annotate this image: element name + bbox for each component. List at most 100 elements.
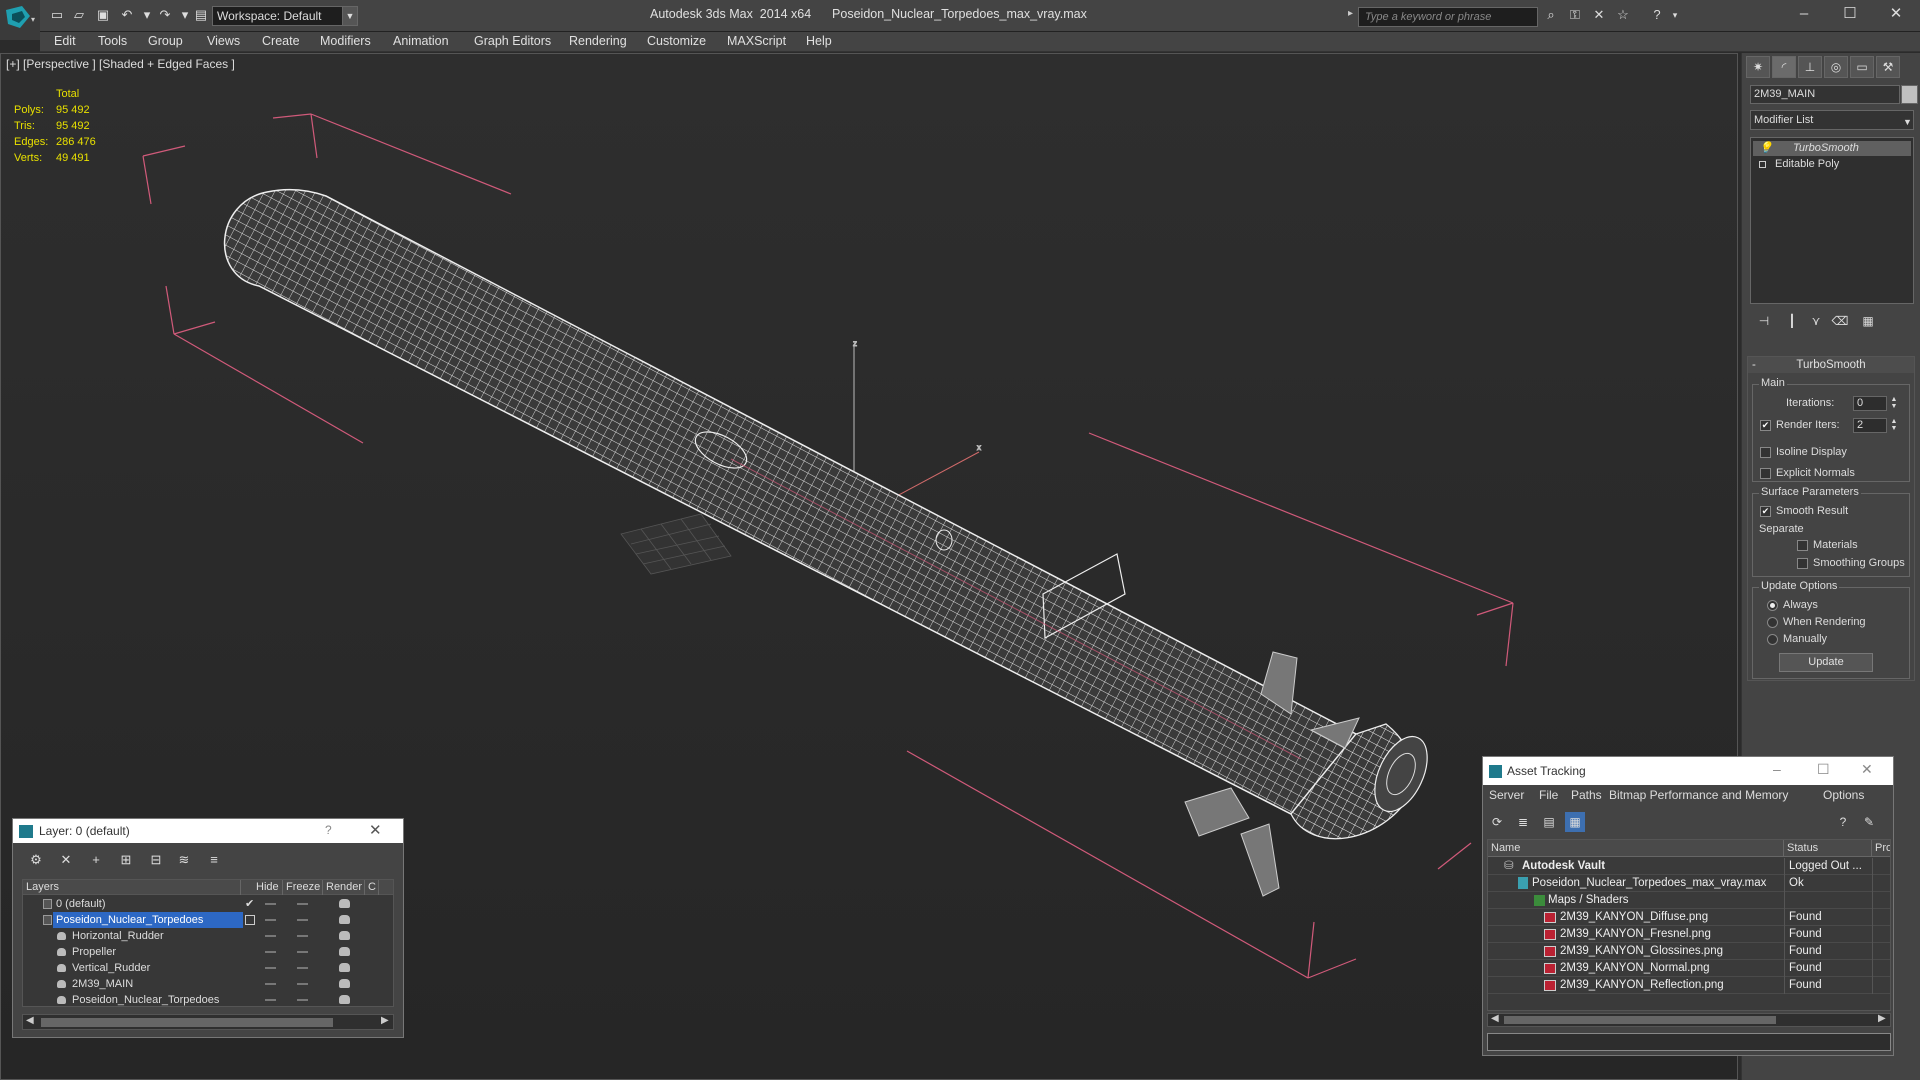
active-layer-check-icon[interactable]: ✔ [245,896,254,912]
asset-row[interactable]: 2M39_KANYON_Reflection.png Found [1488,977,1890,994]
help-dropdown-icon[interactable]: ▾ [1666,6,1684,24]
asset-menu-server[interactable]: Server [1489,788,1524,802]
scrollbar-thumb[interactable] [1504,1016,1776,1024]
configure-sets-icon[interactable]: ▦ [1858,311,1878,331]
highlight-editor-icon[interactable]: ✎ [1859,812,1879,832]
menu-maxscript[interactable]: MAXScript [727,34,786,48]
horizontal-scrollbar[interactable]: ◀ ▶ [1487,1013,1891,1027]
materials-checkbox[interactable] [1797,540,1808,551]
asset-row[interactable]: 2M39_KANYON_Normal.png Found [1488,960,1890,977]
maximize-button[interactable]: ☐ [1830,2,1870,26]
render-teapot-icon[interactable] [339,915,350,924]
scroll-left-icon[interactable]: ◀ [1491,1013,1499,1024]
new-file-icon[interactable]: ▭ [48,6,66,24]
select-objects-icon[interactable]: ⊟ [147,851,165,869]
subscription-icon[interactable]: ✕ [1590,6,1608,24]
asset-menu-bitmap-performance[interactable]: Bitmap Performance and Memory [1609,788,1788,802]
layer-row[interactable]: 2M39_MAIN [23,976,393,992]
smoothing-groups-checkbox[interactable] [1797,558,1808,569]
layer-row[interactable]: Poseidon_Nuclear_Torpedoes [23,912,393,928]
layer-row[interactable]: Vertical_Rudder [23,960,393,976]
add-selection-icon[interactable]: ⊞ [117,851,135,869]
scroll-right-icon[interactable]: ▶ [1878,1013,1886,1024]
layer-window-titlebar[interactable]: Layer: 0 (default) [13,819,403,843]
update-button[interactable]: Update [1779,653,1873,672]
minimize-button[interactable]: – [1784,2,1824,26]
render-teapot-icon[interactable] [339,963,350,972]
app-logo-icon[interactable]: ▾ [0,0,40,40]
asset-row[interactable]: ⛁ Autodesk Vault Logged Out ... [1488,858,1890,875]
render-iters-spinner-arrows-icon[interactable]: ▲ ▼ [1890,418,1898,433]
make-unique-icon[interactable]: ⋎ [1806,311,1826,331]
stack-item-turbosmooth[interactable]: 💡 TurboSmooth [1753,141,1911,156]
asset-row[interactable]: 2M39_KANYON_Fresnel.png Found [1488,926,1890,943]
menu-views[interactable]: Views [207,34,240,48]
key-icon[interactable]: ⚿ [1566,6,1584,24]
iterations-spinner-arrows-icon[interactable]: ▲ ▼ [1890,396,1898,411]
menu-tools[interactable]: Tools [98,34,127,48]
redo-icon[interactable]: ↷ [156,6,174,24]
workspace-dropdown-icon[interactable]: ▼ [342,6,358,26]
scroll-left-icon[interactable]: ◀ [26,1015,34,1026]
rollout-header[interactable]: - TurboSmooth [1748,357,1914,373]
binoculars-icon[interactable]: ⌕ [1542,6,1560,24]
asset-row[interactable]: Poseidon_Nuclear_Torpedoes_max_vray.max … [1488,875,1890,892]
render-teapot-icon[interactable] [339,995,350,1004]
remove-modifier-icon[interactable]: ⌫ [1830,311,1850,331]
torpedo-model[interactable] [224,188,1438,897]
menu-group[interactable]: Group [148,34,183,48]
open-file-icon[interactable]: ▱ [70,6,88,24]
modify-tab-icon[interactable]: ◜ [1772,56,1796,78]
render-teapot-icon[interactable] [339,931,350,940]
layers-options-icon[interactable]: ⚙ [27,851,45,869]
workspace-selector[interactable]: Workspace: Default [212,6,357,26]
modifier-list-dropdown[interactable]: Modifier List ▼ [1750,110,1914,130]
column-render[interactable]: Render [323,880,365,895]
new-layer-icon[interactable]: + [87,851,105,869]
menu-edit[interactable]: Edit [54,34,76,48]
when-rendering-radio[interactable] [1767,617,1778,628]
motion-tab-icon[interactable]: ◎ [1824,56,1848,78]
project-folder-icon[interactable]: ▤ [192,6,210,24]
menu-graph-editors[interactable]: Graph Editors [474,34,551,48]
asset-menu-file[interactable]: File [1539,788,1558,802]
show-end-result-icon[interactable]: ┃ [1782,311,1802,331]
active-layer-box-icon[interactable] [245,915,255,925]
list-view-icon[interactable]: ≣ [1513,812,1533,832]
column-layers[interactable]: Layers [23,880,241,895]
scroll-right-icon[interactable]: ▶ [381,1015,389,1026]
always-radio[interactable] [1767,600,1778,611]
layer-row[interactable]: 0 (default) ✔ [23,896,393,912]
render-teapot-icon[interactable] [339,947,350,956]
refresh-icon[interactable]: ⟳ [1487,812,1507,832]
close-icon[interactable]: ✕ [369,821,382,839]
menu-create[interactable]: Create [262,34,300,48]
column-proxy[interactable]: Pro [1872,840,1890,857]
asset-path-field[interactable] [1487,1033,1891,1051]
utilities-tab-icon[interactable]: ⚒ [1876,56,1900,78]
layer-row[interactable]: Poseidon_Nuclear_Torpedoes [23,992,393,1006]
render-iters-checkbox[interactable]: ✔ [1760,420,1771,431]
layer-row[interactable]: Horizontal_Rudder [23,928,393,944]
iterations-spinner[interactable]: 0 [1853,396,1887,411]
column-name[interactable]: Name [1488,840,1784,857]
undo-icon[interactable]: ↶ [118,6,136,24]
menu-customize[interactable]: Customize [647,34,706,48]
render-teapot-icon[interactable] [339,899,350,908]
hierarchy-tab-icon[interactable]: ⊥ [1798,56,1822,78]
close-button[interactable]: ✕ [1876,2,1916,26]
display-tab-icon[interactable]: ▭ [1850,56,1874,78]
expand-icon[interactable] [1759,161,1766,168]
object-color-swatch[interactable] [1901,85,1918,104]
undo-dropdown-icon[interactable]: ▾ [138,6,156,24]
horizontal-scrollbar[interactable]: ◀ ▶ [22,1014,394,1030]
menu-modifiers[interactable]: Modifiers [320,34,371,48]
asset-menu-options[interactable]: Options [1823,788,1864,802]
menu-rendering[interactable]: Rendering [569,34,627,48]
isoline-display-checkbox[interactable] [1760,447,1771,458]
favorites-star-icon[interactable]: ☆ [1614,6,1632,24]
minimize-button[interactable]: – [1773,761,1781,777]
close-icon[interactable]: ✕ [1861,761,1873,778]
asset-row[interactable]: 2M39_KANYON_Glossines.png Found [1488,943,1890,960]
asset-menu-paths[interactable]: Paths [1571,788,1602,802]
